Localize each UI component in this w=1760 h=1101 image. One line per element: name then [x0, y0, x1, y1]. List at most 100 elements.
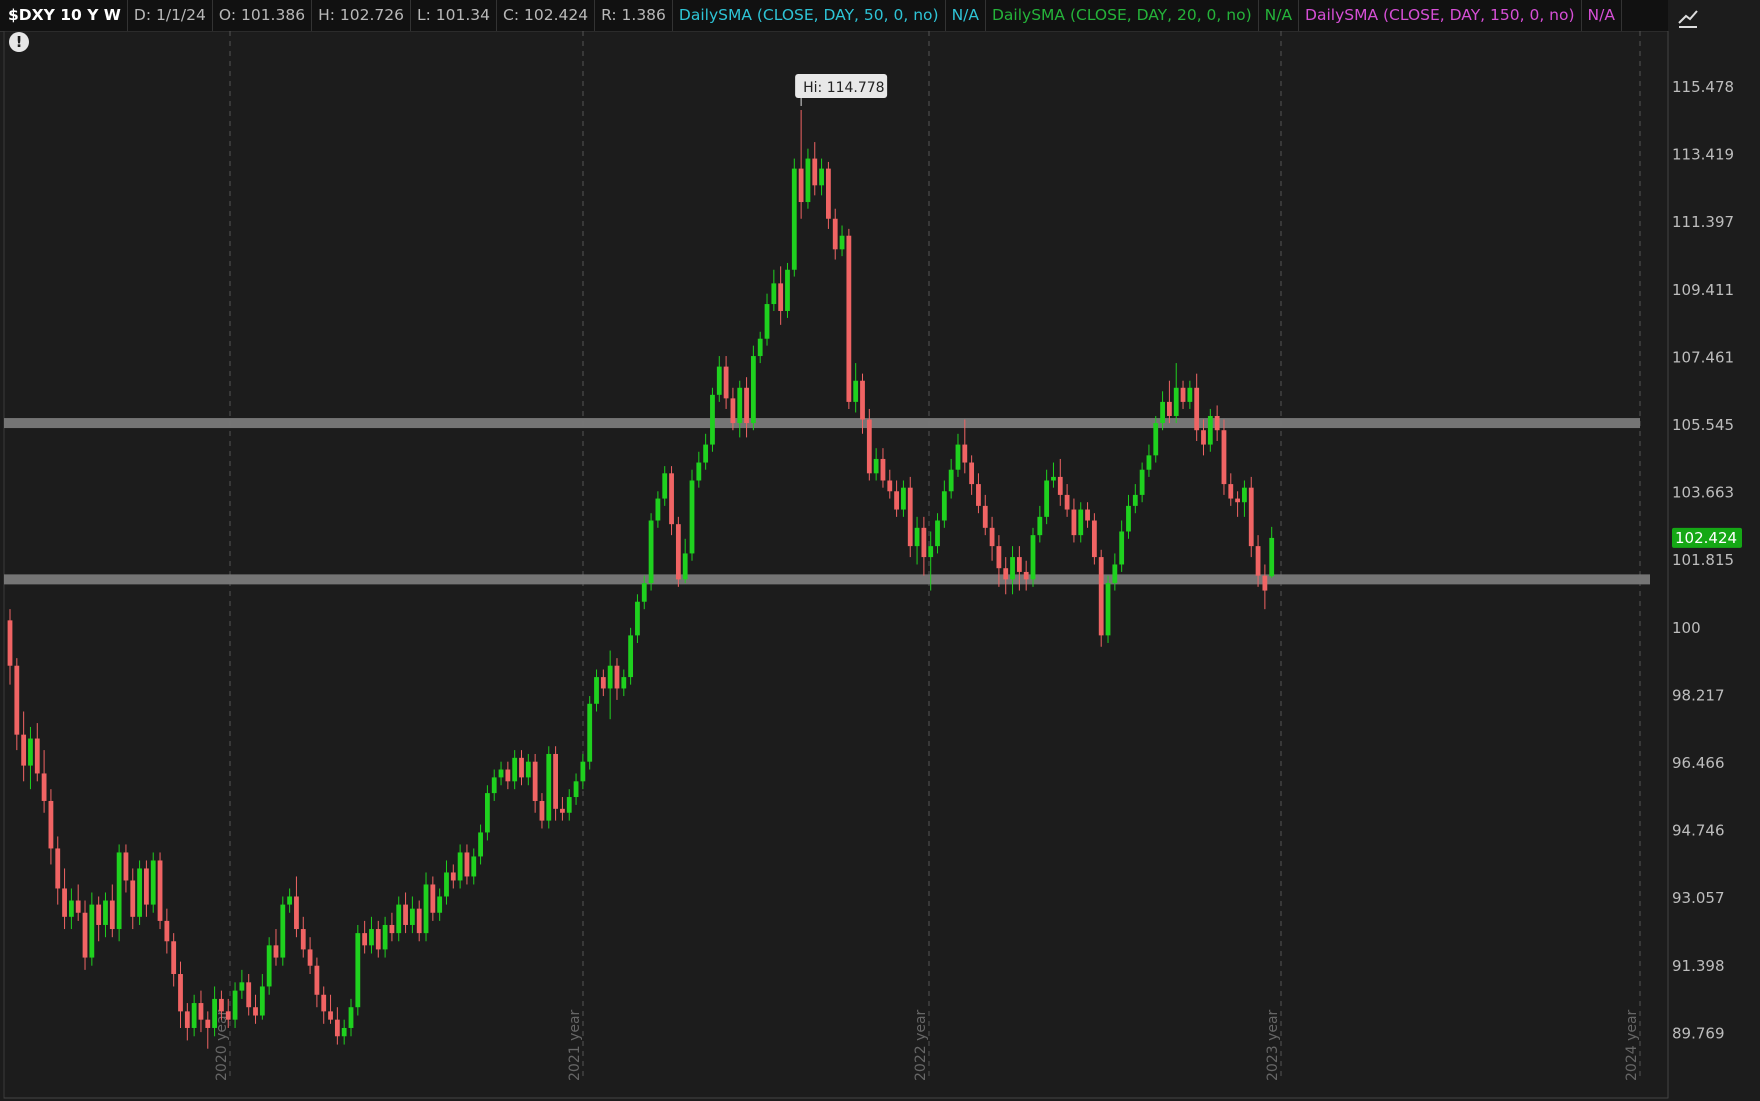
candle-body[interactable] — [1057, 476, 1063, 495]
candle-body[interactable] — [471, 856, 477, 877]
candle-body[interactable] — [1255, 546, 1261, 576]
candle-body[interactable] — [628, 635, 634, 678]
candle-body[interactable] — [791, 168, 797, 270]
candle-body[interactable] — [928, 546, 934, 558]
candle-body[interactable] — [798, 168, 804, 203]
candle-body[interactable] — [294, 896, 299, 930]
candle-body[interactable] — [450, 872, 456, 881]
candle-body[interactable] — [716, 366, 722, 395]
candle-body[interactable] — [485, 793, 490, 833]
candle-body[interactable] — [1044, 480, 1050, 517]
candle-body[interactable] — [287, 896, 293, 905]
candle-body[interactable] — [901, 487, 906, 510]
candle-body[interactable] — [1085, 509, 1090, 521]
candle-body[interactable] — [846, 235, 852, 402]
candle-body[interactable] — [744, 387, 749, 424]
candle-body[interactable] — [334, 1019, 340, 1037]
candle-body[interactable] — [757, 338, 763, 357]
candle-body[interactable] — [171, 941, 177, 975]
candle-body[interactable] — [239, 982, 245, 991]
candle-body[interactable] — [921, 527, 927, 558]
candle-body[interactable] — [976, 484, 981, 506]
candle-body[interactable] — [369, 929, 374, 946]
candle-body[interactable] — [1003, 568, 1009, 580]
candle-body[interactable] — [403, 904, 408, 925]
candle-body[interactable] — [935, 520, 940, 547]
drawing-tools-icon[interactable] — [1676, 6, 1700, 30]
candle-body[interactable] — [737, 387, 743, 424]
candle-body[interactable] — [785, 269, 790, 311]
candle-body[interactable] — [109, 900, 115, 930]
candle-body[interactable] — [82, 912, 88, 958]
candle-body[interactable] — [832, 218, 838, 250]
candle-body[interactable] — [253, 1007, 258, 1016]
candle-body[interactable] — [675, 524, 681, 580]
candle-body[interactable] — [1078, 509, 1084, 536]
price-chart[interactable]: 2020 year 2021 year 2022 year 2023 year 2024… — [0, 31, 1760, 1101]
candle-body[interactable] — [607, 665, 613, 689]
study-sma-20[interactable]: DailySMA (CLOSE, DAY, 20, 0, no) — [986, 0, 1259, 31]
candle-body[interactable] — [1167, 401, 1172, 417]
candle-body[interactable] — [1119, 531, 1125, 565]
candle-body[interactable] — [826, 168, 831, 219]
candle-body[interactable] — [116, 852, 122, 930]
candle-body[interactable] — [164, 920, 170, 942]
candle-body[interactable] — [300, 929, 306, 950]
candle-body[interactable] — [123, 852, 129, 881]
candle-body[interactable] — [1071, 509, 1077, 536]
candle-body[interactable] — [7, 620, 13, 666]
candle-body[interactable] — [219, 998, 224, 1012]
candle-body[interactable] — [594, 677, 599, 704]
candle-body[interactable] — [1262, 575, 1268, 591]
candle-body[interactable] — [539, 800, 545, 821]
candle-body[interactable] — [178, 974, 183, 1012]
candle-body[interactable] — [512, 757, 518, 782]
candle-body[interactable] — [280, 904, 286, 958]
candle-body[interactable] — [1132, 494, 1138, 506]
candle-body[interactable] — [1201, 430, 1206, 445]
candle-body[interactable] — [416, 908, 422, 934]
candle-body[interactable] — [641, 583, 647, 602]
candle-body[interactable] — [1139, 469, 1145, 495]
candle-body[interactable] — [21, 734, 27, 766]
candle-body[interactable] — [560, 808, 565, 813]
candle-body[interactable] — [409, 908, 415, 925]
candle-body[interactable] — [1228, 484, 1234, 499]
candle-body[interactable] — [1180, 387, 1186, 402]
candle-body[interactable] — [580, 761, 586, 782]
candle-body[interactable] — [157, 860, 163, 921]
candle-body[interactable] — [648, 520, 654, 584]
candle-body[interactable] — [225, 1011, 231, 1020]
candle-body[interactable] — [96, 904, 102, 925]
candle-body[interactable] — [853, 380, 859, 402]
candle-body[interactable] — [68, 900, 74, 917]
candle-body[interactable] — [307, 949, 313, 966]
candle-body[interactable] — [212, 998, 217, 1028]
candle-body[interactable] — [866, 419, 872, 474]
candle-body[interactable] — [389, 924, 395, 934]
candle-body[interactable] — [546, 753, 552, 821]
candle-body[interactable] — [205, 1019, 211, 1028]
candle-body[interactable] — [430, 884, 436, 913]
candle-body[interactable] — [635, 601, 640, 636]
candle-body[interactable] — [437, 896, 443, 913]
candle-body[interactable] — [764, 304, 770, 339]
candle-body[interactable] — [532, 761, 538, 801]
candle-body[interactable] — [396, 904, 402, 934]
candle-body[interactable] — [273, 945, 279, 958]
candle-body[interactable] — [1153, 423, 1159, 456]
candle-body[interactable] — [682, 553, 688, 580]
candle-body[interactable] — [778, 283, 784, 311]
candle-body[interactable] — [703, 444, 709, 463]
resistance-level[interactable] — [4, 418, 1640, 429]
candle-body[interactable] — [519, 757, 524, 778]
candle-body[interactable] — [887, 480, 893, 492]
study-sma-150[interactable]: DailySMA (CLOSE, DAY, 150, 0, no) — [1299, 0, 1582, 31]
candle-body[interactable] — [1207, 416, 1213, 445]
candle-body[interactable] — [328, 1011, 333, 1020]
candle-body[interactable] — [873, 458, 879, 474]
candle-body[interactable] — [1235, 498, 1240, 503]
candle-body[interactable] — [1248, 487, 1254, 547]
candle-body[interactable] — [894, 491, 899, 510]
candle-body[interactable] — [600, 677, 606, 689]
